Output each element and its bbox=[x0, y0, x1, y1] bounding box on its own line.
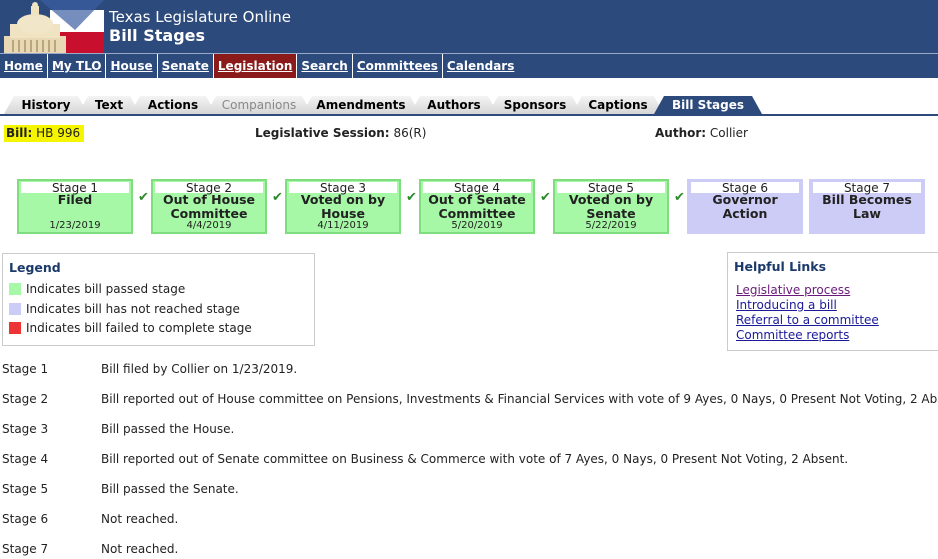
legend-item-passed: Indicates bill passed stage bbox=[9, 282, 185, 296]
description-row: Stage 4 Bill reported out of Senate comm… bbox=[0, 452, 938, 467]
legend-title: Legend bbox=[9, 260, 61, 275]
nav-my-tlo[interactable]: My TLO bbox=[48, 54, 107, 78]
nav-legislation[interactable]: Legislation bbox=[213, 54, 298, 78]
red-swatch-icon bbox=[9, 322, 21, 334]
link-referral-to-committee[interactable]: Referral to a committee bbox=[736, 313, 879, 327]
description-text: Bill passed the House. bbox=[101, 422, 235, 436]
stage-name: Voted on by Senate bbox=[568, 192, 654, 221]
bill-author: Author: Collier bbox=[655, 126, 748, 140]
description-text: Not reached. bbox=[101, 542, 179, 556]
description-row: Stage 5 Bill passed the Senate. bbox=[0, 482, 938, 497]
bill-number: Bill: HB 996 bbox=[4, 125, 85, 142]
main-navigation: Home My TLO House Senate Legislation Sea… bbox=[0, 53, 938, 78]
stage-name: Out of House Committee bbox=[162, 192, 256, 221]
description-stage: Stage 4 bbox=[2, 452, 49, 466]
description-row: Stage 3 Bill passed the House. bbox=[0, 422, 938, 437]
legend-text: Indicates bill failed to complete stage bbox=[26, 321, 252, 335]
legend-text: Indicates bill has not reached stage bbox=[26, 302, 240, 316]
stage-box-1: Stage 1 Filed 1/23/2019 bbox=[17, 179, 133, 234]
stage-name: Filed bbox=[57, 192, 93, 207]
bill-label: Bill: bbox=[6, 126, 33, 140]
link-legislative-process[interactable]: Legislative process bbox=[736, 283, 850, 297]
capitol-logo-icon[interactable] bbox=[0, 0, 104, 53]
check-icon: ✔ bbox=[138, 190, 149, 205]
nav-house[interactable]: House bbox=[106, 54, 158, 78]
bill-value: HB 996 bbox=[36, 126, 81, 140]
stage-box-5: Stage 5 Voted on by Senate 5/22/2019 bbox=[553, 179, 669, 234]
tab-actions[interactable]: Actions bbox=[130, 96, 216, 114]
helpful-links-title: Helpful Links bbox=[734, 259, 827, 274]
legend-text: Indicates bill passed stage bbox=[26, 282, 186, 296]
description-stage: Stage 7 bbox=[2, 542, 49, 556]
description-row: Stage 6 Not reached. bbox=[0, 512, 938, 527]
description-stage: Stage 2 bbox=[2, 392, 49, 406]
session-value: 86(R) bbox=[393, 126, 427, 140]
nav-committees[interactable]: Committees bbox=[353, 54, 443, 78]
tab-companions: Companions bbox=[206, 96, 312, 114]
description-stage: Stage 6 bbox=[2, 512, 49, 526]
stage-date: 5/22/2019 bbox=[585, 220, 637, 231]
description-text: Bill reported out of House committee on … bbox=[101, 392, 938, 406]
site-header: Texas Legislature Online Bill Stages bbox=[0, 0, 938, 53]
stage-date: 5/20/2019 bbox=[451, 220, 503, 231]
description-row: Stage 1 Bill filed by Collier on 1/23/20… bbox=[0, 362, 938, 377]
description-text: Bill filed by Collier on 1/23/2019. bbox=[101, 362, 298, 376]
check-icon: ✔ bbox=[406, 190, 417, 205]
description-stage: Stage 5 bbox=[2, 482, 49, 496]
legend-panel: Legend Indicates bill passed stage Indic… bbox=[2, 253, 315, 346]
description-row: Stage 2 Bill reported out of House commi… bbox=[0, 392, 938, 407]
page-title: Bill Stages bbox=[109, 26, 206, 45]
nav-search[interactable]: Search bbox=[297, 54, 353, 78]
stage-name: Voted on by House bbox=[300, 192, 386, 221]
legend-item-failed: Indicates bill failed to complete stage bbox=[9, 321, 252, 335]
lavender-swatch-icon bbox=[9, 303, 21, 315]
legislative-session: Legislative Session: 86(R) bbox=[255, 126, 426, 140]
tab-amendments[interactable]: Amendments bbox=[302, 96, 420, 114]
stage-name: Governor Action bbox=[712, 192, 778, 221]
stage-date: 1/23/2019 bbox=[49, 220, 101, 231]
tab-history[interactable]: History bbox=[4, 96, 88, 114]
nav-senate[interactable]: Senate bbox=[158, 54, 214, 78]
link-committee-reports[interactable]: Committee reports bbox=[736, 328, 849, 342]
description-stage: Stage 3 bbox=[2, 422, 49, 436]
nav-calendars[interactable]: Calendars bbox=[443, 54, 518, 78]
stage-box-7: Stage 7 Bill Becomes Law bbox=[809, 179, 925, 234]
session-label: Legislative Session: bbox=[255, 126, 390, 140]
helpful-links-panel: Helpful Links Legislative process Introd… bbox=[727, 252, 938, 351]
description-text: Not reached. bbox=[101, 512, 179, 526]
site-title: Texas Legislature Online bbox=[109, 8, 292, 26]
author-label: Author: bbox=[655, 126, 707, 140]
stage-box-6: Stage 6 Governor Action bbox=[687, 179, 803, 234]
nav-home[interactable]: Home bbox=[0, 54, 48, 78]
bill-tabs: History Text Actions Companions Amendmen… bbox=[0, 96, 938, 114]
legend-item-not-reached: Indicates bill has not reached stage bbox=[9, 302, 240, 316]
tab-underline bbox=[0, 114, 938, 116]
link-introducing-a-bill[interactable]: Introducing a bill bbox=[736, 298, 837, 312]
check-icon: ✔ bbox=[674, 190, 685, 205]
description-stage: Stage 1 bbox=[2, 362, 49, 376]
author-value: Collier bbox=[709, 126, 748, 140]
stage-box-3: Stage 3 Voted on by House 4/11/2019 bbox=[285, 179, 401, 234]
description-text: Bill reported out of Senate committee on… bbox=[101, 452, 849, 466]
stage-date: 4/4/2019 bbox=[186, 220, 232, 231]
description-row: Stage 7 Not reached. bbox=[0, 542, 938, 557]
stage-box-2: Stage 2 Out of House Committee 4/4/2019 bbox=[151, 179, 267, 234]
stage-box-4: Stage 4 Out of Senate Committee 5/20/201… bbox=[419, 179, 535, 234]
tab-captions[interactable]: Captions bbox=[572, 96, 664, 114]
stage-date: 4/11/2019 bbox=[317, 220, 369, 231]
tab-authors[interactable]: Authors bbox=[410, 96, 498, 114]
description-text: Bill passed the Senate. bbox=[101, 482, 239, 496]
tab-sponsors[interactable]: Sponsors bbox=[488, 96, 582, 114]
tab-text[interactable]: Text bbox=[78, 96, 140, 114]
tab-bill-stages[interactable]: Bill Stages bbox=[654, 96, 762, 114]
stage-name: Out of Senate Committee bbox=[428, 192, 526, 221]
green-swatch-icon bbox=[9, 283, 21, 295]
check-icon: ✔ bbox=[272, 190, 283, 205]
check-icon: ✔ bbox=[540, 190, 551, 205]
stage-name: Bill Becomes Law bbox=[822, 192, 912, 221]
